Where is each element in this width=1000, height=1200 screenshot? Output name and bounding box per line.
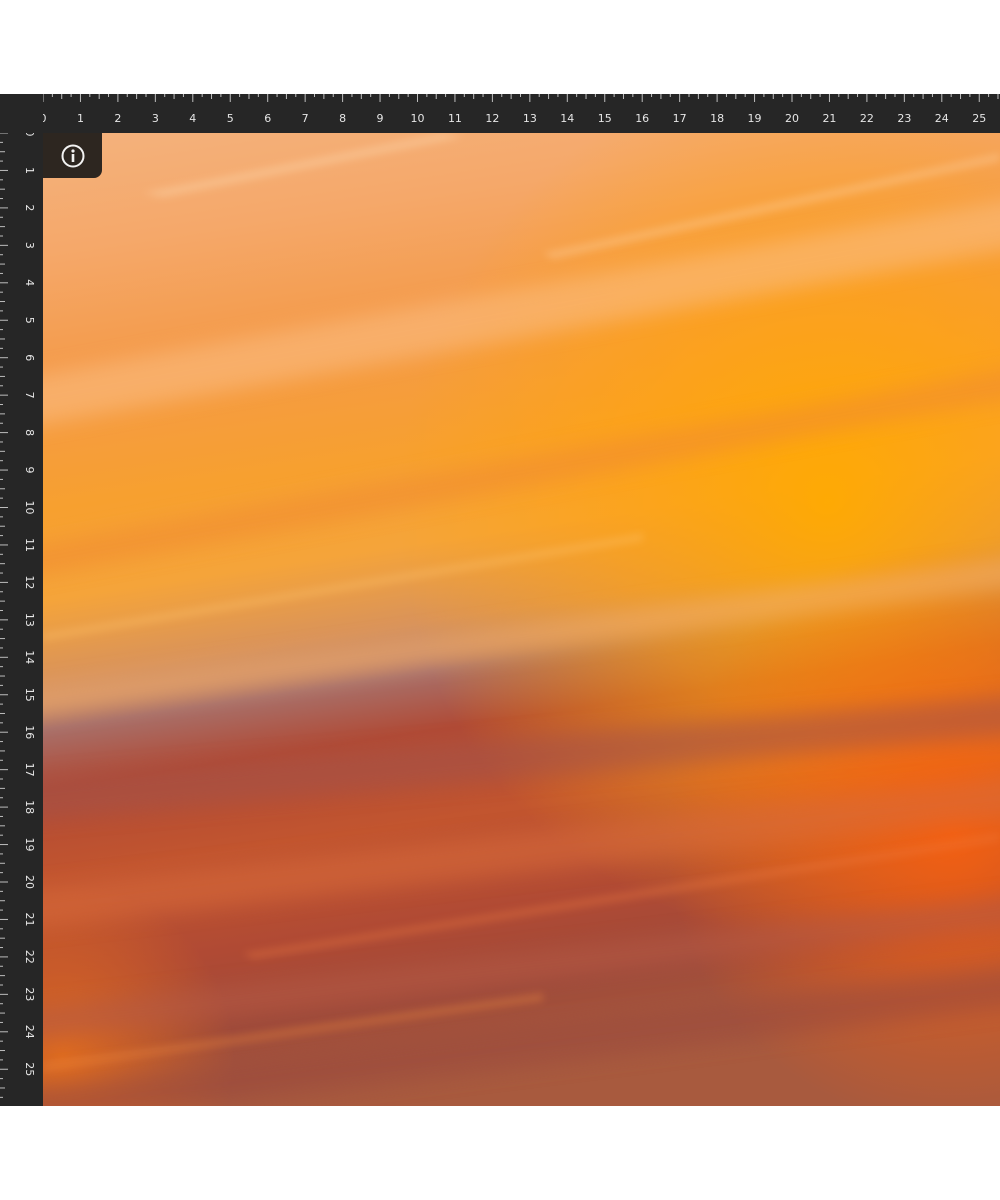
ruler-label-left: 0 xyxy=(23,133,36,137)
ruler-label-top: 22 xyxy=(860,112,874,125)
horizontal-ruler-ticks: 0 1 2 3 4 5 6 7 8 9 10 11 12 13 14 15 16 17 18 19 20 21 22 23 24… xyxy=(40,94,999,125)
ruler-label-top: 20 xyxy=(785,112,799,125)
ruler-label-left: 12 xyxy=(23,575,36,589)
ruler-label-left: 7 xyxy=(23,392,36,399)
ruler-label-left: 25 xyxy=(23,1062,36,1076)
info-icon xyxy=(61,144,84,167)
ruler-label-left: 9 xyxy=(23,467,36,474)
ruler-label-left: 1 xyxy=(23,167,36,174)
ruler-label-left: 19 xyxy=(23,838,36,852)
ruler-label-top: 12 xyxy=(485,112,499,125)
ruler-label-top: 23 xyxy=(897,112,911,125)
ruler-label-top: 10 xyxy=(411,112,425,125)
ruler-label-top: 5 xyxy=(227,112,234,125)
ruler-label-left: 18 xyxy=(23,800,36,814)
ruler-label-left: 24 xyxy=(23,1025,36,1039)
ruler-label-left: 11 xyxy=(23,538,36,552)
ruler-label-top: 24 xyxy=(935,112,949,125)
ruler-corner xyxy=(0,94,43,133)
image-viewer: 0 1 2 3 4 5 6 7 8 9 10 11 12 13 14 15 16 17 18 19 20 21 22 23 24… xyxy=(0,94,1000,1106)
info-button[interactable] xyxy=(43,133,102,178)
ruler-label-top: 11 xyxy=(448,112,462,125)
ruler-label-left: 21 xyxy=(23,912,36,926)
ruler-label-left: 10 xyxy=(23,501,36,515)
ruler-label-left: 13 xyxy=(23,613,36,627)
ruler-label-left: 8 xyxy=(23,429,36,436)
ruler-label-left: 16 xyxy=(23,725,36,739)
abstract-orange-blur-image xyxy=(43,133,1000,1106)
ruler-label-left: 3 xyxy=(23,242,36,249)
ruler-label-top: 7 xyxy=(302,112,309,125)
ruler-label-left: 17 xyxy=(23,763,36,777)
ruler-label-top: 2 xyxy=(114,112,121,125)
ruler-label-left: 20 xyxy=(23,875,36,889)
horizontal-ruler: 0 1 2 3 4 5 6 7 8 9 10 11 12 13 14 15 16 17 18 19 20 21 22 23 24… xyxy=(0,94,1000,133)
ruler-label-left: 15 xyxy=(23,688,36,702)
ruler-label-top: 15 xyxy=(598,112,612,125)
ruler-label-left: 23 xyxy=(23,987,36,1001)
ruler-label-top: 21 xyxy=(822,112,836,125)
ruler-label-left: 14 xyxy=(23,650,36,664)
ruler-label-top: 16 xyxy=(635,112,649,125)
ruler-label-top: 4 xyxy=(189,112,196,125)
ruler-label-top: 17 xyxy=(673,112,687,125)
ruler-label-top: 18 xyxy=(710,112,724,125)
ruler-label-top: 8 xyxy=(339,112,346,125)
ruler-label-top: 6 xyxy=(264,112,271,125)
ruler-label-top: 1 xyxy=(77,112,84,125)
ruler-label-top: 14 xyxy=(560,112,574,125)
ruler-label-top: 25 xyxy=(972,112,986,125)
ruler-label-top: 3 xyxy=(152,112,159,125)
ruler-label-left: 5 xyxy=(23,317,36,324)
ruler-label-left: 6 xyxy=(23,354,36,361)
fabric-image xyxy=(43,133,1000,1106)
vertical-ruler-ticks: 0123456789101112131415161718192021222324… xyxy=(0,133,36,1098)
ruler-label-left: 22 xyxy=(23,950,36,964)
ruler-label-top: 19 xyxy=(748,112,762,125)
ruler-label-top: 13 xyxy=(523,112,537,125)
ruler-label-top: 9 xyxy=(377,112,384,125)
ruler-label-left: 2 xyxy=(23,204,36,211)
ruler-label-left: 4 xyxy=(23,279,36,286)
vertical-ruler: 0 1 2 3 4 5 6 7 8 9 10 11 12 13 14 15 16 17 18 19 20 21 22 23 24… xyxy=(0,133,43,1106)
